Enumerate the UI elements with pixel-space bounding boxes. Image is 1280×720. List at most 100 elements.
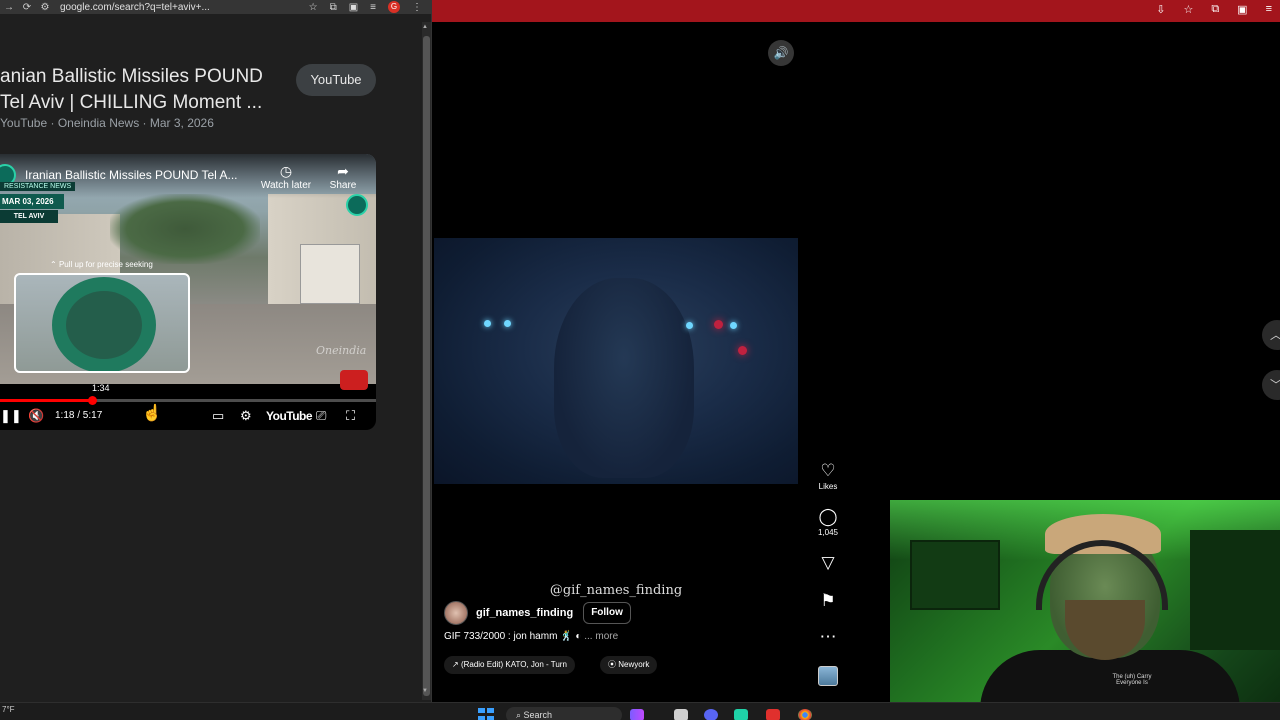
- sidebar-icon[interactable]: ▣: [1237, 3, 1247, 16]
- location-tag: TEL AVIV: [0, 210, 58, 223]
- extensions-icon[interactable]: ⧉: [1211, 3, 1219, 16]
- taskbar-app2-icon[interactable]: [734, 709, 748, 720]
- windows-start-icon[interactable]: [478, 708, 494, 720]
- menu-icon[interactable]: ⋮: [412, 2, 422, 13]
- youtube-source-chip[interactable]: YouTube: [296, 64, 376, 96]
- captions-icon[interactable]: ▭: [212, 408, 224, 424]
- scroll-down-arrow-icon[interactable]: ▼: [422, 688, 428, 694]
- caption-text: GIF 733/2000 : jon hamm: [444, 631, 558, 642]
- reel-video[interactable]: [434, 238, 798, 484]
- progress-played: [0, 399, 92, 402]
- video-player[interactable]: Iranian Ballistic Missiles POUND Tel A..…: [0, 154, 376, 430]
- club-light: [484, 320, 491, 327]
- reel-figure: [554, 278, 694, 478]
- bookmark-star-icon[interactable]: ☆: [1183, 3, 1193, 16]
- seek-preview-thumbnail: [14, 273, 190, 373]
- right-browser-tabbar: ⇩ ☆ ⧉ ▣ ≡: [432, 0, 1280, 22]
- reading-list-icon[interactable]: ≡: [1266, 3, 1272, 16]
- preview-logo-ring: [52, 277, 156, 371]
- club-light: [714, 320, 723, 329]
- audio-thumbnail[interactable]: [818, 666, 838, 686]
- reel-viewer[interactable]: 🔊 @gif_names_finding gif_names_finding F…: [434, 36, 798, 688]
- left-scrollbar-thumb[interactable]: [423, 36, 430, 696]
- seek-hint: ⌃ Pull up for precise seeking: [50, 260, 153, 269]
- taskbar-search-input[interactable]: ⌕ Search: [506, 707, 622, 720]
- location-chip[interactable]: ⦿ Newyork: [600, 656, 658, 674]
- subscribe-badge-icon[interactable]: [340, 370, 368, 390]
- weather-temperature[interactable]: 7°F: [2, 705, 15, 714]
- club-light: [686, 322, 693, 329]
- install-app-icon[interactable]: ⇩: [1156, 3, 1165, 16]
- search-placeholder: Search: [523, 710, 553, 720]
- extensions-icon[interactable]: ⧉: [330, 2, 337, 13]
- result-title[interactable]: anian Ballistic Missiles POUND Tel Aviv …: [0, 64, 292, 116]
- comment-button[interactable]: ◯ 1,045: [808, 508, 848, 538]
- share-button[interactable]: ➦ Share: [326, 162, 360, 191]
- progress-bar[interactable]: [0, 396, 376, 405]
- speaker: [1190, 530, 1280, 650]
- watch-later-label: Watch later: [260, 180, 312, 191]
- like-button[interactable]: ♡ Likes: [808, 461, 848, 492]
- scroll-up-arrow-icon[interactable]: ▲: [422, 24, 428, 30]
- forward-icon[interactable]: →: [0, 2, 18, 13]
- location-pin-icon: ⦿: [608, 660, 619, 669]
- more-options-button[interactable]: ⋯: [808, 628, 848, 646]
- reel-watermark: @gif_names_finding: [549, 583, 683, 598]
- taskbar-discord-icon[interactable]: [704, 709, 718, 720]
- taskbar-app-icon[interactable]: [630, 709, 644, 720]
- club-light: [504, 320, 511, 327]
- left-scrollbar[interactable]: ▲ ▼: [422, 22, 431, 700]
- muted-volume-icon[interactable]: 🔇: [28, 408, 44, 424]
- cast-icon[interactable]: ⎚: [316, 408, 326, 424]
- frame-trees: [110, 194, 260, 264]
- audio-title: (Radio Edit) KATO, Jon - Turn: [460, 660, 567, 669]
- taskbar-app3-icon[interactable]: [766, 709, 780, 720]
- taskbar: 7°F ⌕ Search: [0, 702, 1280, 720]
- taskbar-files-icon[interactable]: [674, 709, 688, 720]
- sidebar-icon[interactable]: ▣: [349, 2, 358, 13]
- more-dots-icon: ⋯: [819, 627, 837, 646]
- player-title[interactable]: Iranian Ballistic Missiles POUND Tel A..…: [25, 168, 238, 182]
- wall-frame: [910, 540, 1000, 610]
- save-button[interactable]: ⚑: [808, 592, 848, 610]
- next-reel-button[interactable]: ﹀: [1262, 370, 1280, 400]
- search-icon: ⌕: [516, 710, 524, 720]
- left-browser-toolbar: → ⟳ ⚙ google.com/search?q=tel+aviv+... ☆…: [0, 0, 432, 14]
- caption-more-link[interactable]: ... more: [584, 631, 618, 642]
- progress-scrubber[interactable]: [88, 396, 97, 405]
- settings-gear-icon[interactable]: ⚙: [240, 408, 252, 424]
- club-light: [738, 346, 747, 355]
- site-info-icon[interactable]: ⚙: [36, 2, 54, 13]
- watch-later-button[interactable]: ◷ Watch later: [256, 162, 316, 191]
- audio-chip[interactable]: ↗ (Radio Edit) KATO, Jon - Turn: [444, 656, 575, 674]
- follow-button[interactable]: Follow: [583, 602, 631, 624]
- profile-avatar[interactable]: G: [388, 1, 400, 13]
- likes-label: Likes: [818, 482, 838, 491]
- address-bar[interactable]: google.com/search?q=tel+aviv+...: [60, 2, 210, 13]
- result-meta: YouTube · Oneindia News · Mar 3, 2026: [0, 116, 214, 130]
- previous-reel-button[interactable]: ︿: [1262, 320, 1280, 350]
- mouse-cursor-icon: ☝: [142, 405, 162, 422]
- left-browser-window: → ⟳ ⚙ google.com/search?q=tel+aviv+... ☆…: [0, 0, 432, 702]
- pause-icon[interactable]: ❚❚: [0, 408, 22, 424]
- seek-preview-time: 1:34: [92, 383, 110, 393]
- club-light: [730, 322, 737, 329]
- author-avatar[interactable]: [444, 601, 468, 625]
- taskbar-chrome-icon[interactable]: [798, 709, 812, 720]
- audio-arrow-icon: ↗: [452, 660, 461, 669]
- reload-icon[interactable]: ⟳: [18, 2, 36, 13]
- bookmark-icon: ⚑: [820, 591, 836, 610]
- player-controls: ❚❚ 🔇 1:18 / 5:17 ▭ ⚙ YouTube ⎚ ⛶: [0, 406, 376, 428]
- author-name[interactable]: gif_names_finding: [476, 607, 573, 619]
- oneindia-watermark: Oneindia: [316, 344, 367, 357]
- resistance-news-tag: RESISTANCE NEWS: [0, 182, 76, 191]
- time-display: 1:18 / 5:17: [55, 410, 103, 421]
- volume-toggle-button[interactable]: 🔊: [768, 40, 794, 66]
- heart-icon: ♡: [820, 461, 836, 480]
- fullscreen-icon[interactable]: ⛶: [346, 408, 355, 424]
- share-button[interactable]: ▽: [808, 554, 848, 572]
- reading-list-icon[interactable]: ≡: [370, 2, 376, 13]
- bookmark-star-icon[interactable]: ☆: [309, 2, 318, 13]
- location-label: Newyork: [618, 660, 650, 669]
- youtube-logo-button[interactable]: YouTube: [266, 409, 313, 423]
